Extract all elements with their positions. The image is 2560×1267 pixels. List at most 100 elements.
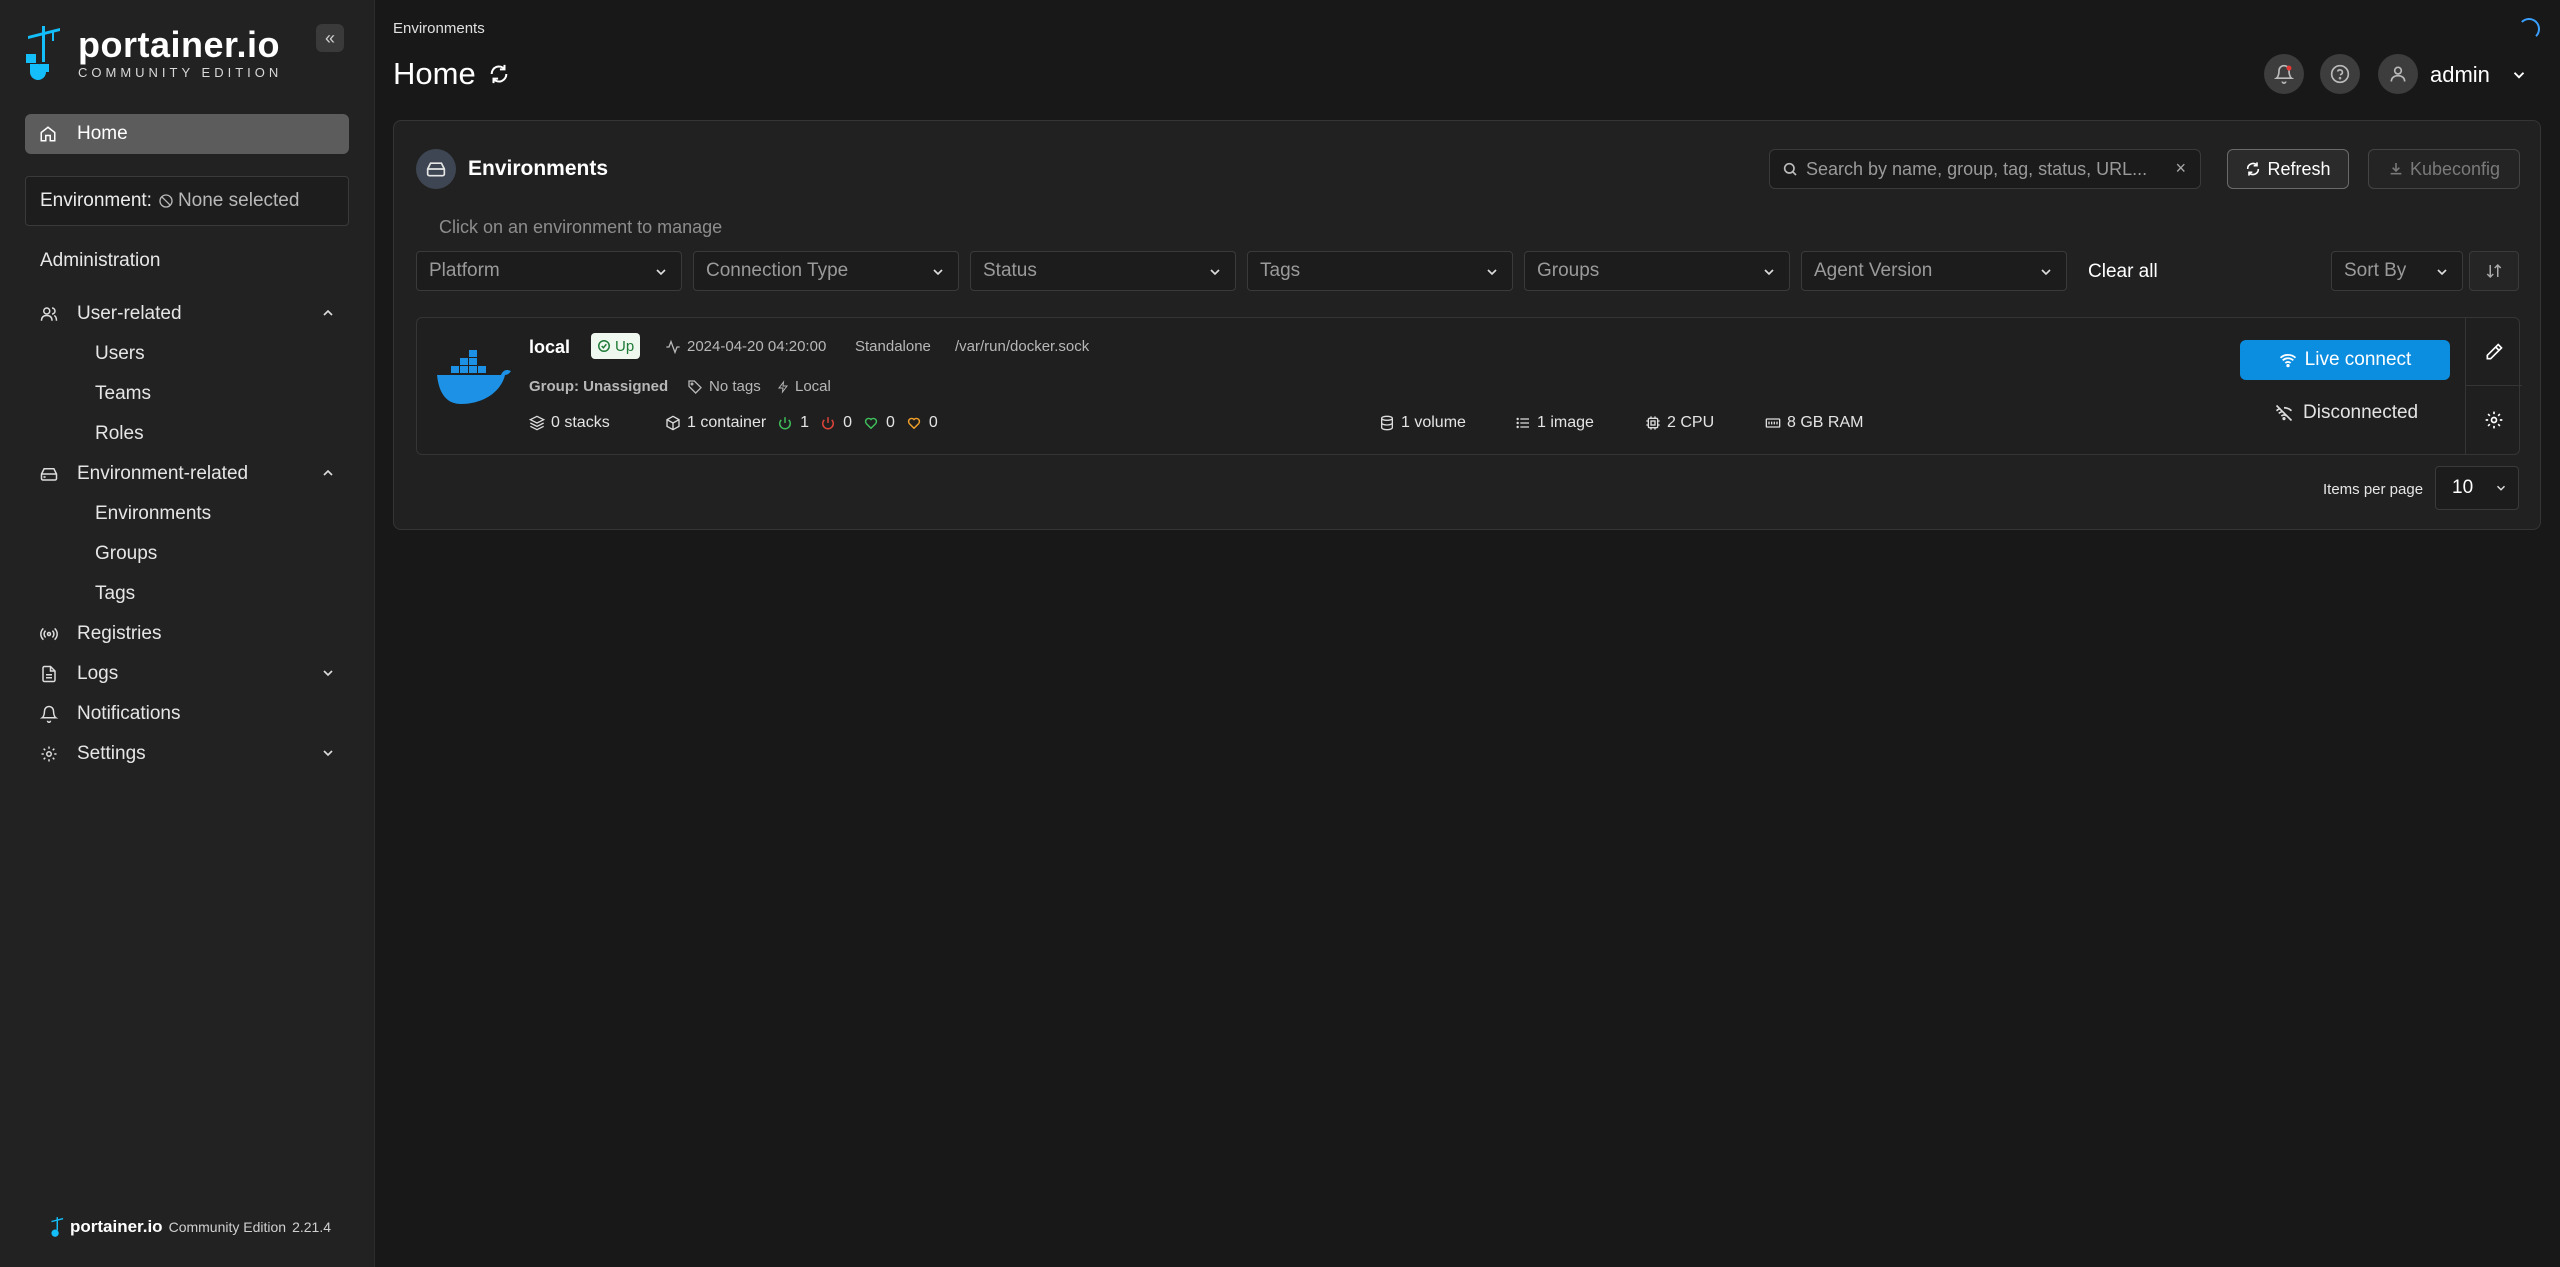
sidebar-item-label: User-related <box>77 303 182 324</box>
environment-card[interactable]: local Up 2024-04-20 04:20:00 Standalone … <box>416 317 2522 455</box>
home-icon <box>40 126 56 142</box>
status-badge-label: Up <box>615 337 635 355</box>
search-input[interactable] <box>1806 158 2166 180</box>
status-filter[interactable]: Status <box>970 251 1236 291</box>
sidebar-item-teams[interactable]: Teams <box>95 383 151 405</box>
chevron-down-icon <box>2496 485 2506 491</box>
cpu-stat: 2 CPU <box>1645 414 1714 432</box>
sidebar-item-label: Logs <box>77 663 119 684</box>
items-per-page-value: 10 <box>2452 477 2474 498</box>
ram-stat: 8 GB RAM <box>1765 414 1863 432</box>
download-icon <box>2390 163 2402 175</box>
sort-by-select[interactable]: Sort By <box>2331 251 2463 291</box>
sidebar-item-logs[interactable]: Logs <box>40 659 340 689</box>
environment-selector[interactable]: Environment: None selected <box>25 176 349 226</box>
chevron-down-icon <box>2437 269 2447 276</box>
chevron-up-icon <box>323 469 333 476</box>
clear-search-icon[interactable]: × <box>2175 158 2186 179</box>
environment-group: Group: Unassigned <box>529 378 669 395</box>
refresh-icon <box>2247 162 2260 176</box>
sidebar-item-registries[interactable]: Registries <box>40 619 340 649</box>
refresh-icon[interactable] <box>488 63 510 85</box>
filter-label: Groups <box>1537 260 1600 281</box>
platform-filter[interactable]: Platform <box>416 251 682 291</box>
notifications-button[interactable] <box>2264 54 2304 94</box>
edit-environment-button[interactable] <box>2466 318 2522 386</box>
groups-filter[interactable]: Groups <box>1524 251 1790 291</box>
sidebar-item-groups[interactable]: Groups <box>95 543 157 565</box>
sidebar-item-user-related[interactable]: User-related <box>40 299 340 329</box>
connection-state: Disconnected <box>2275 402 2418 424</box>
collapse-sidebar-button[interactable]: « <box>316 24 344 52</box>
sidebar-item-settings[interactable]: Settings <box>40 739 340 769</box>
heart-unhealthy-icon <box>907 417 921 430</box>
clear-all-button[interactable]: Clear all <box>2088 261 2158 283</box>
connection-type-filter[interactable]: Connection Type <box>693 251 959 291</box>
check-circle-icon <box>598 340 610 352</box>
items-per-page-select[interactable]: 10 <box>2435 466 2519 510</box>
environment-label: Environment: <box>40 190 152 211</box>
tags-filter[interactable]: Tags <box>1247 251 1513 291</box>
page-title-text: Home <box>393 56 476 91</box>
portainer-logo[interactable]: portainer.io COMMUNITY EDITION <box>24 24 282 82</box>
activity-icon <box>666 339 680 354</box>
filter-label: Connection Type <box>706 260 849 281</box>
sidebar-footer: portainer.io Community Edition 2.21.4 <box>50 1214 331 1240</box>
connection-state-label: Disconnected <box>2303 402 2419 423</box>
wifi-icon <box>2279 353 2296 368</box>
environment-name: local <box>529 337 571 357</box>
help-button[interactable] <box>2320 54 2360 94</box>
environment-heartbeat: 2024-04-20 04:20:00 <box>665 338 826 355</box>
refresh-button[interactable]: Refresh <box>2227 149 2349 189</box>
environments-panel: Environments × Refresh Kubeconfig Click … <box>393 120 2541 530</box>
sidebar-item-roles[interactable]: Roles <box>95 423 144 445</box>
sidebar-item-environments[interactable]: Environments <box>95 503 211 525</box>
sidebar: portainer.io COMMUNITY EDITION « Home En… <box>0 0 375 1267</box>
sidebar-item-tags[interactable]: Tags <box>95 583 135 605</box>
help-circle-icon <box>2330 64 2350 84</box>
environment-tags-label: No tags <box>709 378 761 395</box>
environment-url: /var/run/docker.sock <box>955 338 1090 355</box>
kubeconfig-button[interactable]: Kubeconfig <box>2368 149 2520 189</box>
memory-icon <box>1765 418 1781 428</box>
search-field[interactable]: × <box>1769 149 2201 189</box>
panel-title: Environments <box>468 157 609 180</box>
power-running-icon <box>779 417 792 430</box>
volumes-stat: 1 volume <box>1379 414 1466 432</box>
agent-version-filter[interactable]: Agent Version <box>1801 251 2067 291</box>
sidebar-item-home[interactable]: Home <box>25 114 349 154</box>
sort-direction-button[interactable] <box>2469 251 2519 291</box>
chevron-down-icon <box>656 269 666 276</box>
user-avatar[interactable] <box>2378 54 2418 94</box>
breadcrumb[interactable]: Environments <box>393 20 485 37</box>
stacks-count: 0 stacks <box>551 414 610 431</box>
environment-tags: No tags <box>687 378 761 395</box>
filter-label: Tags <box>1260 260 1301 281</box>
sidebar-item-label: Registries <box>77 623 162 644</box>
volumes-count: 1 volume <box>1401 414 1466 431</box>
live-connect-label: Live connect <box>2304 349 2412 370</box>
sidebar-item-environment-related[interactable]: Environment-related <box>40 459 340 489</box>
docker-logo-icon <box>437 350 511 404</box>
user-menu-name[interactable]: admin <box>2430 62 2490 88</box>
chevron-down-icon[interactable] <box>2510 66 2528 84</box>
brand-edition: COMMUNITY EDITION <box>78 64 283 80</box>
environment-timestamp: 2024-04-20 04:20:00 <box>687 338 827 355</box>
sidebar-item-notifications[interactable]: Notifications <box>40 699 340 729</box>
environment-value: None selected <box>177 190 300 211</box>
sort-arrows-icon <box>2486 263 2502 279</box>
live-connect-button[interactable]: Live connect <box>2240 340 2450 380</box>
containers-stat: 1 container 1 0 0 0 <box>665 414 950 432</box>
zap-icon <box>778 379 788 394</box>
healthy-count: 0 <box>885 414 895 431</box>
ram-amount: 8 GB RAM <box>1787 414 1864 431</box>
footer-edition: Community Edition <box>168 1219 287 1235</box>
sidebar-section-administration: Administration <box>40 250 161 271</box>
chevron-down-icon <box>1210 269 1220 276</box>
brand-name: portainer.io <box>78 23 281 65</box>
user-icon <box>2390 66 2406 82</box>
database-icon <box>1381 415 1393 431</box>
box-icon <box>666 415 680 431</box>
environment-settings-button[interactable] <box>2466 386 2522 454</box>
sidebar-item-users[interactable]: Users <box>95 343 145 365</box>
